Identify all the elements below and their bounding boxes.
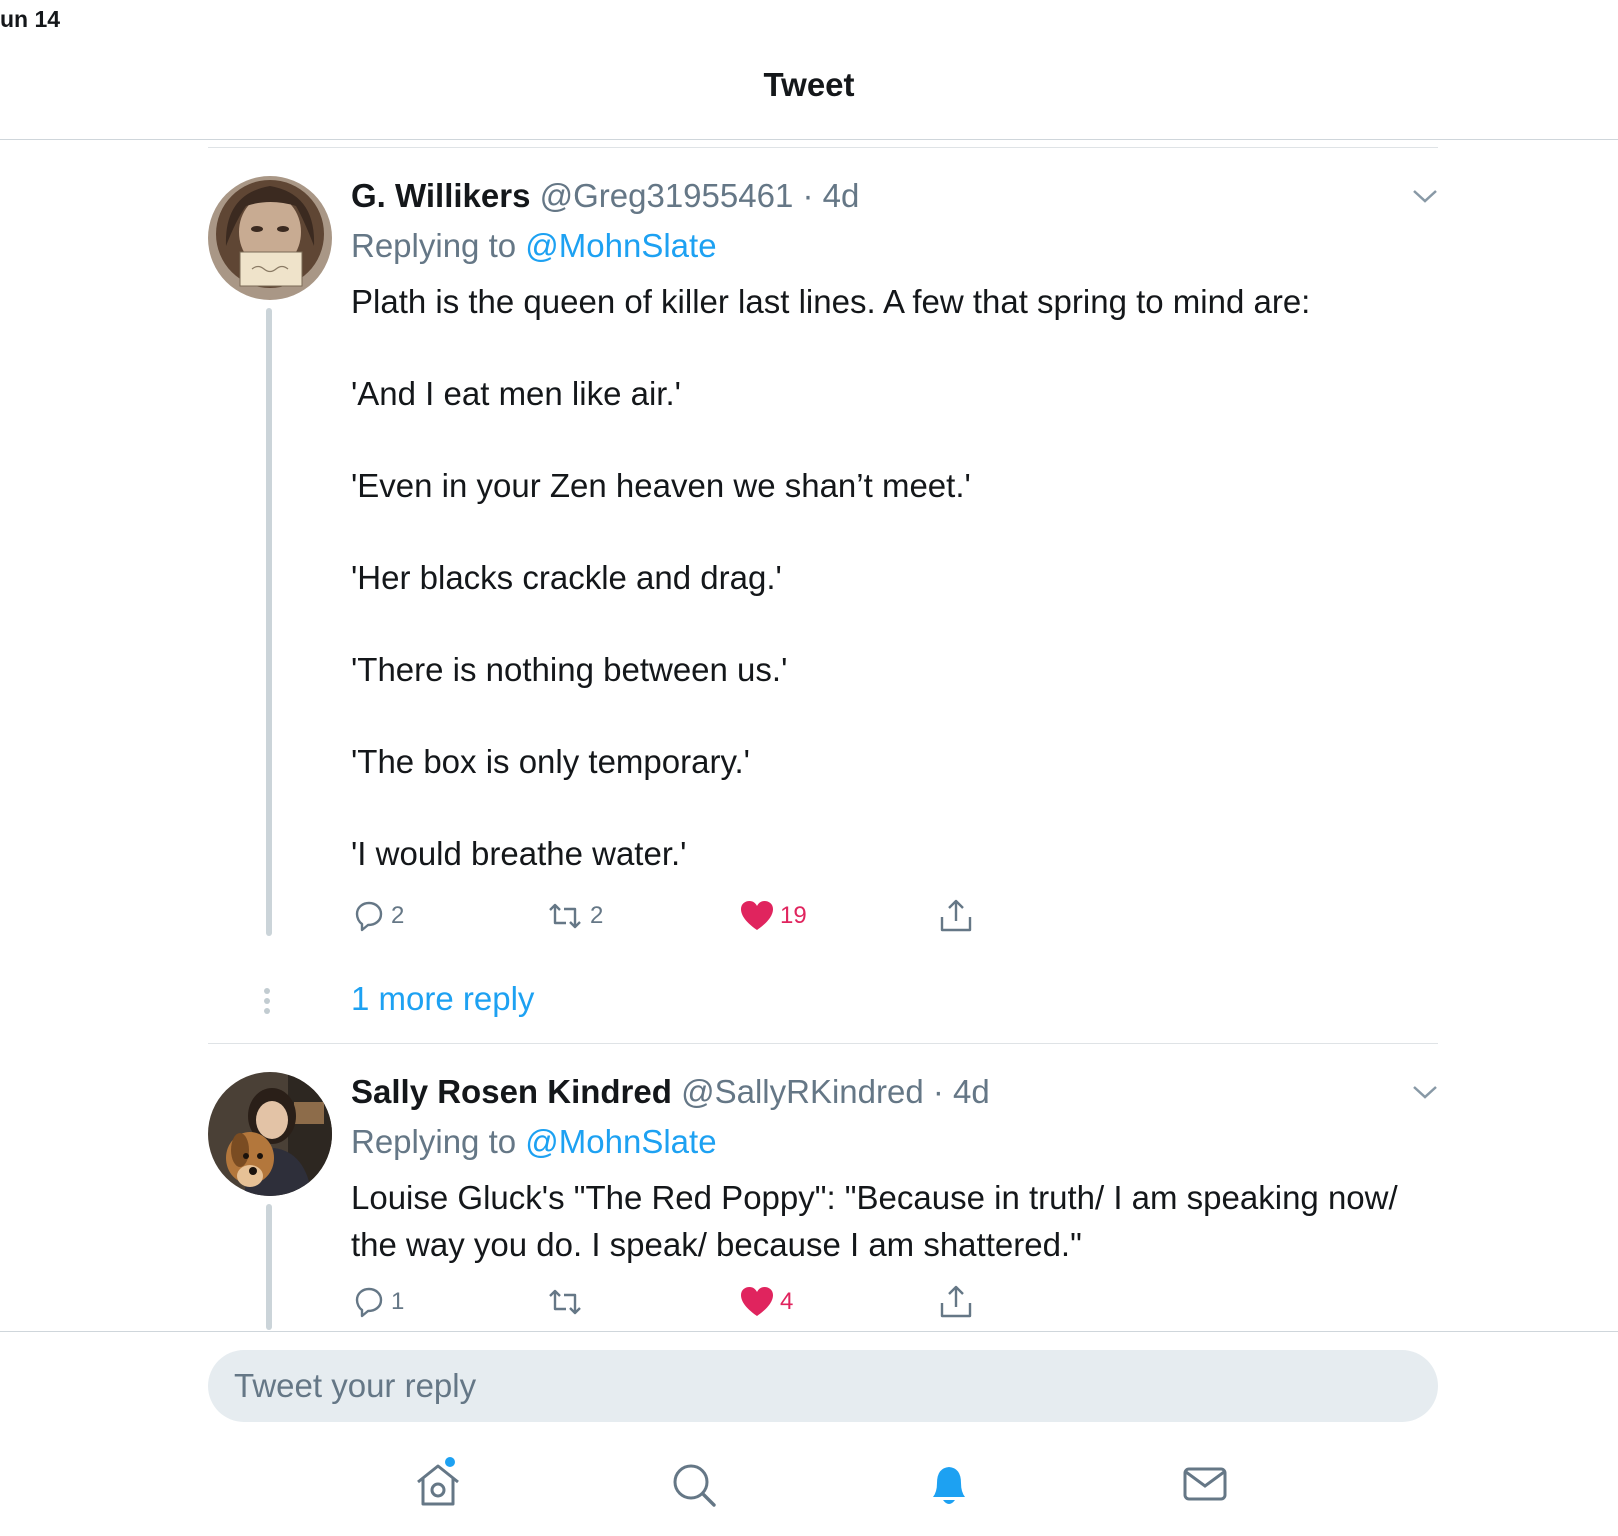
- like-button[interactable]: 4: [740, 1282, 793, 1322]
- retweet-icon: [549, 903, 581, 929]
- author-name[interactable]: G. Willikers: [351, 177, 530, 214]
- tab-messages[interactable]: [1175, 1455, 1235, 1515]
- retweet-button[interactable]: [546, 1282, 590, 1322]
- reply-button[interactable]: 2: [351, 896, 404, 936]
- separator-dot: ·: [802, 177, 814, 214]
- avatar[interactable]: [208, 1072, 332, 1196]
- tweet-time: 4d: [953, 1073, 990, 1110]
- chevron-down-icon[interactable]: [1412, 188, 1438, 204]
- reply-button[interactable]: 1: [351, 1282, 404, 1322]
- thread-line: [266, 1204, 272, 1330]
- heart-icon: [741, 1287, 773, 1316]
- reply-bar-divider: [0, 1331, 1618, 1332]
- share-icon: [940, 899, 972, 932]
- retweet-button[interactable]: 2: [546, 896, 603, 936]
- more-replies-dots: [264, 988, 270, 1018]
- reply-tweet[interactable]: G. Willikers @Greg31955461 · 4d Replying…: [208, 176, 1438, 936]
- like-count: 4: [780, 1288, 794, 1315]
- page-title: Tweet: [763, 66, 855, 103]
- author-handle[interactable]: @SallyRKindred: [681, 1073, 924, 1110]
- status-bar-time: un 14: [0, 6, 61, 32]
- tweet-reply-input[interactable]: [208, 1350, 1438, 1422]
- tweet-line: Plath is the queen of killer last lines.…: [351, 283, 1311, 320]
- replying-to-mention[interactable]: @MohnSlate: [525, 227, 716, 264]
- tab-notifications[interactable]: [919, 1455, 979, 1515]
- replying-to: Replying to @MohnSlate: [351, 226, 1438, 266]
- retweet-icon: [549, 1289, 581, 1315]
- tweet-line: 'And I eat men like air.': [351, 375, 681, 412]
- feed-divider: [208, 1043, 1438, 1044]
- tweet-actions: 2 2 19: [351, 896, 1051, 936]
- home-icon: [417, 1464, 459, 1506]
- tweet-line: 'The box is only temporary.': [351, 743, 750, 780]
- replying-to-label: Replying to: [351, 227, 517, 264]
- tab-bar: [0, 1455, 1618, 1525]
- like-button[interactable]: 19: [740, 896, 807, 936]
- reply-tweet[interactable]: Sally Rosen Kindred @SallyRKindred · 4d …: [208, 1072, 1438, 1330]
- new-content-dot: [445, 1457, 455, 1467]
- tab-search[interactable]: [664, 1455, 724, 1515]
- reply-icon: [355, 901, 383, 932]
- retweet-count: 2: [590, 902, 604, 929]
- reply-count: 1: [391, 1288, 405, 1315]
- mail-icon: [1183, 1467, 1227, 1501]
- tweet-text: Plath is the queen of killer last lines.…: [351, 278, 1438, 877]
- header-divider: [0, 139, 1618, 140]
- share-icon: [940, 1285, 972, 1318]
- share-button[interactable]: [939, 896, 973, 936]
- search-icon: [673, 1464, 716, 1507]
- tab-home[interactable]: [408, 1455, 468, 1515]
- thread-line: [266, 308, 272, 936]
- tweet-line: 'Even in your Zen heaven we shan’t meet.…: [351, 467, 971, 504]
- tweet-time: 4d: [822, 177, 860, 214]
- tweet-actions: 1 4: [351, 1282, 1051, 1322]
- author-handle[interactable]: @Greg31955461: [540, 177, 794, 214]
- tweet-line: 'Her blacks crackle and drag.': [351, 559, 782, 596]
- reply-icon: [355, 1287, 383, 1318]
- tweet-line: Louise Gluck's "The Red Poppy": "Because…: [351, 1179, 1398, 1263]
- more-replies-link[interactable]: 1 more reply: [351, 980, 534, 1018]
- like-count: 19: [780, 902, 807, 929]
- notifications-icon: [933, 1467, 965, 1504]
- author-name[interactable]: Sally Rosen Kindred: [351, 1073, 672, 1110]
- feed-divider: [208, 147, 1438, 148]
- tweet-text: Louise Gluck's "The Red Poppy": "Because…: [351, 1174, 1438, 1268]
- replying-to-mention[interactable]: @MohnSlate: [525, 1123, 716, 1160]
- chevron-down-icon[interactable]: [1412, 1084, 1438, 1100]
- heart-icon: [741, 901, 773, 930]
- replying-to: Replying to @MohnSlate: [351, 1122, 1438, 1162]
- tweet-line: 'There is nothing between us.': [351, 651, 788, 688]
- avatar[interactable]: [208, 176, 332, 300]
- separator-dot: ·: [932, 1073, 944, 1110]
- reply-count: 2: [391, 902, 405, 929]
- share-button[interactable]: [939, 1282, 973, 1322]
- replying-to-label: Replying to: [351, 1123, 517, 1160]
- tweet-line: 'I would breathe water.': [351, 835, 687, 872]
